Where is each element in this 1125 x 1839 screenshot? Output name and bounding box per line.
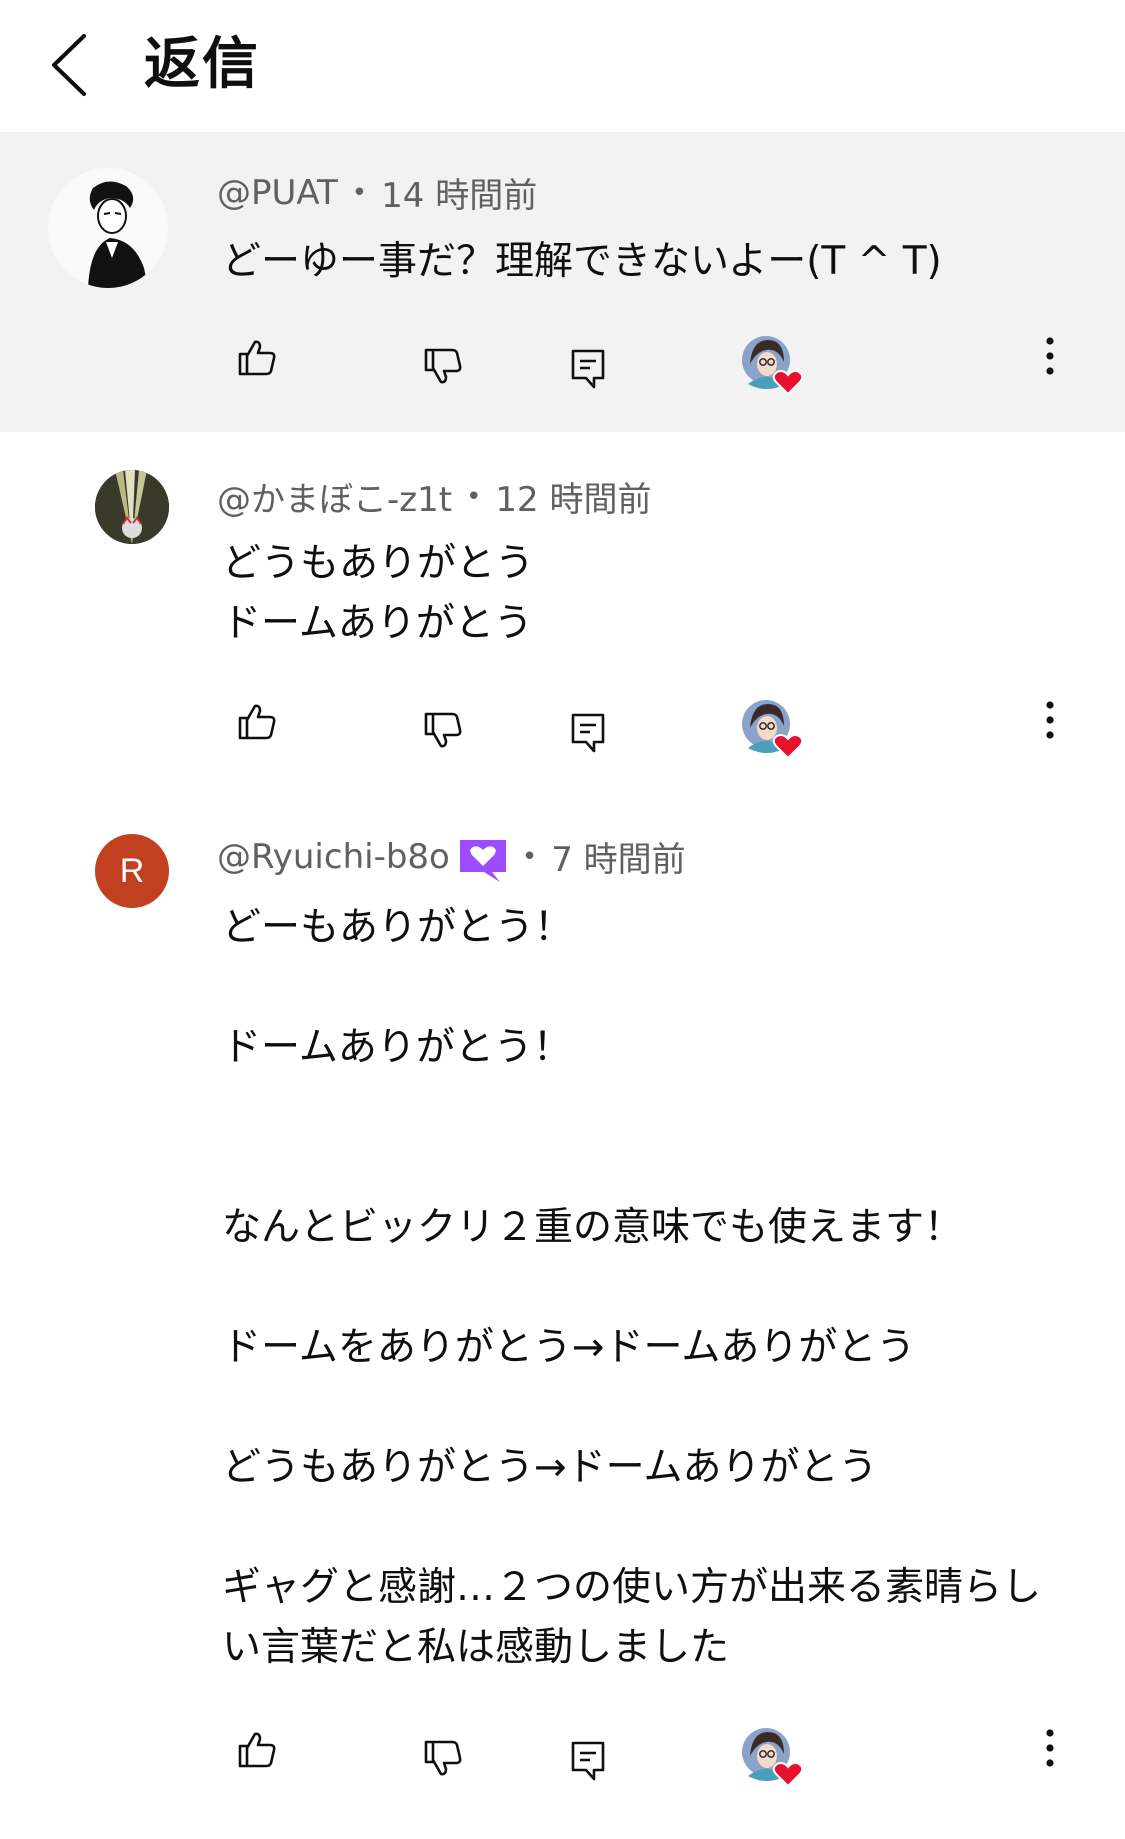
avatar[interactable] (95, 470, 169, 544)
comment-actions (0, 328, 1125, 408)
more-vert-icon (1046, 701, 1054, 739)
comment-meta: @Ryuichi-b8o • 7 時間前 (217, 832, 686, 884)
author-handle[interactable]: @かまぼこ-z1t (217, 472, 452, 521)
more-options-button[interactable] (1036, 336, 1064, 376)
reply-icon (571, 713, 605, 753)
dislike-button[interactable] (422, 346, 464, 388)
separator-dot: • (466, 481, 482, 512)
comment-item: @かまぼこ-z1t • 12 時間前 どうもありがとう ドームありがとう (0, 432, 1125, 782)
chevron-left-icon (52, 34, 86, 96)
creator-heart (742, 1726, 806, 1790)
more-options-button[interactable] (1036, 700, 1064, 740)
like-button[interactable] (236, 700, 278, 742)
avatar[interactable] (48, 168, 168, 288)
more-vert-icon (1046, 1729, 1054, 1767)
thumb-down-icon (424, 1740, 462, 1776)
member-badge (458, 838, 508, 884)
reply-button[interactable] (570, 712, 606, 754)
comment-time: 12 時間前 (495, 480, 652, 520)
member-badge-icon (459, 839, 506, 882)
comment-item: @PUAT • 14 時間前 どーゆー事だ？理解できないよー(T ^ T) (0, 132, 1125, 432)
author-handle[interactable]: @PUAT (217, 173, 338, 213)
creator-heart (742, 698, 806, 762)
comment-text: どうもありがとう ドームありがとう (222, 541, 535, 646)
dislike-button[interactable] (422, 710, 464, 752)
more-options-button[interactable] (1036, 1728, 1064, 1768)
avatar-letter: R (119, 851, 145, 890)
thumb-down-icon (424, 348, 462, 384)
separator-dot: • (521, 841, 538, 872)
comment-text: どーゆー事だ？理解できないよー(T ^ T) (222, 239, 942, 284)
comment-time: 7 時間前 (551, 840, 686, 880)
comment-actions (0, 692, 1125, 772)
header: 返信 (0, 0, 1125, 132)
thumb-up-icon (238, 1732, 276, 1768)
thumb-down-icon (424, 712, 462, 748)
comment-text: どーもありがとう！ ドームありがとう！ なんとビックリ２重の意味でも使えます！ … (222, 905, 1042, 1670)
comment-meta: @かまぼこ-z1t • 12 時間前 (217, 472, 652, 521)
reply-button[interactable] (570, 1740, 606, 1782)
reply-icon (571, 349, 605, 389)
like-button[interactable] (236, 1728, 278, 1770)
reply-icon (571, 1741, 605, 1781)
thumb-up-icon (238, 340, 276, 376)
comment-time: 14 時間前 (381, 176, 538, 216)
comment-meta: @PUAT • 14 時間前 (217, 168, 537, 217)
page-title: 返信 (144, 32, 260, 97)
creator-heart-icon (742, 336, 804, 396)
like-button[interactable] (236, 336, 278, 378)
creator-heart-icon (742, 1728, 804, 1788)
more-vert-icon (1046, 337, 1054, 375)
author-handle[interactable]: @Ryuichi-b8o (217, 837, 450, 877)
back-button[interactable] (46, 30, 96, 100)
comment-actions (0, 1720, 1125, 1800)
creator-heart (742, 334, 806, 398)
avatar[interactable]: R (95, 834, 169, 908)
thumb-up-icon (238, 704, 276, 740)
dislike-button[interactable] (422, 1738, 464, 1780)
creator-heart-icon (742, 700, 804, 760)
separator-dot: • (351, 177, 368, 208)
comment-item: R @Ryuichi-b8o • 7 時間前 どーもありがとう！ ドームありがと… (0, 782, 1125, 1839)
reply-button[interactable] (570, 348, 606, 390)
